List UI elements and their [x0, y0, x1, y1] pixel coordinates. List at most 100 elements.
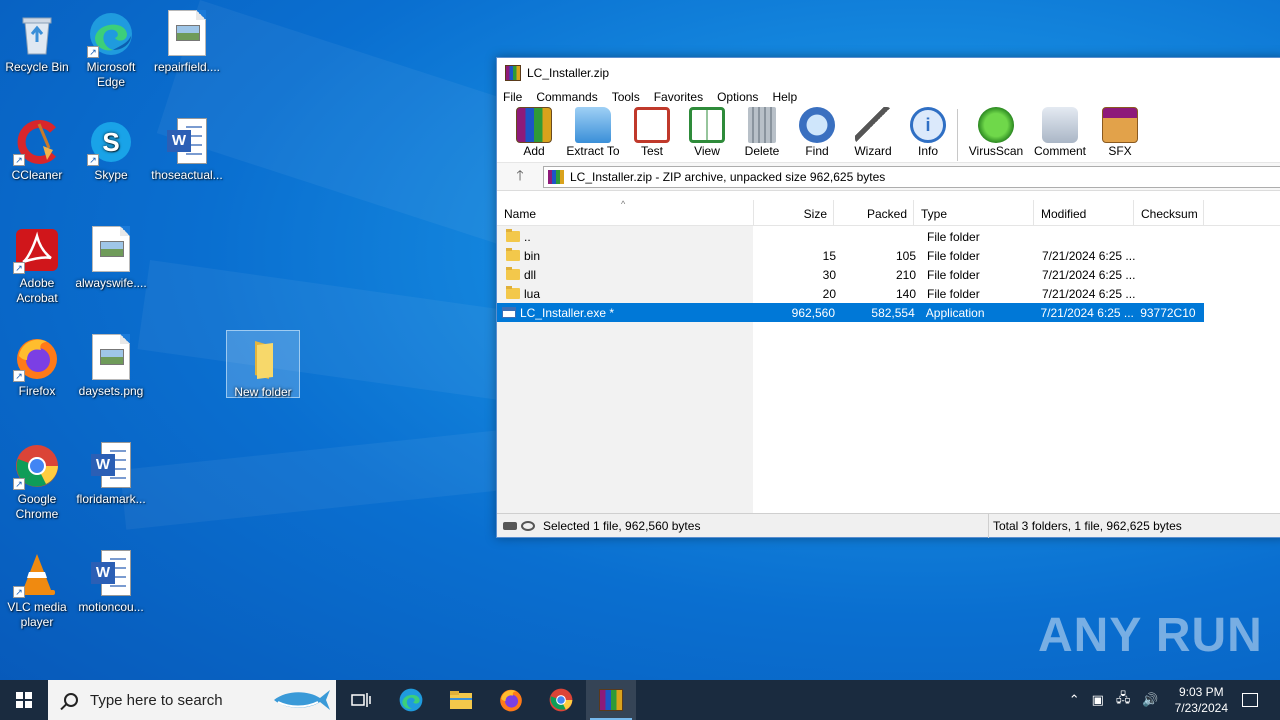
desktop-icon-label: repairfield....	[153, 60, 221, 74]
comment-button[interactable]: Comment	[1028, 107, 1092, 158]
anyrun-watermark: ANY RUN	[1038, 608, 1263, 663]
desktop-icon-label: Microsoft Edge	[86, 60, 136, 89]
desktop-icon-ccleaner[interactable]: ↗ CCleaner	[0, 114, 74, 183]
desktop-icon-skype[interactable]: S ↗ Skype	[74, 114, 148, 183]
task-view-button[interactable]	[336, 680, 386, 720]
volume-icon[interactable]: 🔊	[1142, 692, 1158, 708]
status-bar: Selected 1 file, 962,560 bytes Total 3 f…	[497, 513, 1280, 538]
view-button[interactable]: View	[679, 107, 735, 158]
menu-file[interactable]: File	[503, 90, 530, 104]
table-row[interactable]: bin 15 105 File folder 7/21/2024 6:25 ..…	[497, 246, 1280, 265]
desktop-icon-recycle-bin[interactable]: Recycle Bin	[0, 6, 74, 75]
column-type[interactable]: Type	[914, 200, 1034, 226]
desktop-icon-motioncou[interactable]: W motioncou...	[74, 546, 148, 615]
row-modified: 7/21/2024 6:25 ...	[1042, 267, 1136, 282]
column-checksum[interactable]: Checksum	[1134, 200, 1204, 226]
toolbar-separator	[957, 109, 958, 161]
row-checksum: 93772C10	[1140, 305, 1196, 320]
row-modified: 7/21/2024 6:25 ...	[1040, 305, 1134, 320]
taskbar-winrar[interactable]	[586, 680, 636, 720]
view-label: View	[694, 144, 720, 158]
row-packed: 582,554	[871, 305, 915, 320]
column-packed[interactable]: Packed	[834, 200, 914, 226]
menu-options[interactable]: Options	[717, 90, 766, 104]
word-document-icon: W	[87, 442, 135, 490]
sfx-button[interactable]: SFX	[1092, 107, 1148, 158]
find-button[interactable]: Find	[789, 107, 845, 158]
extract-to-button[interactable]: Extract To	[561, 107, 625, 158]
delete-button[interactable]: Delete	[735, 107, 789, 158]
meet-now-icon[interactable]: ▣	[1092, 692, 1104, 708]
test-button[interactable]: Test	[625, 107, 679, 158]
add-button[interactable]: Add	[507, 107, 561, 158]
search-icon	[64, 693, 78, 707]
desktop-icon-acrobat[interactable]: ↗ Adobe Acrobat	[0, 222, 74, 306]
notification-center-icon[interactable]	[1242, 693, 1258, 707]
taskbar-firefox[interactable]	[486, 680, 536, 720]
row-type: File folder	[927, 267, 980, 282]
desktop-icon-label: VLC media player	[7, 600, 67, 629]
desktop-icon-chrome[interactable]: ↗ Google Chrome	[0, 438, 74, 522]
desktop-icon-new-folder[interactable]: New folder	[226, 330, 300, 399]
virusscan-button[interactable]: VirusScan	[964, 107, 1028, 158]
desktop-icon-label: thoseactual...	[151, 168, 223, 182]
row-name: lua	[524, 286, 541, 301]
clock[interactable]: 9:03 PM 7/23/2024	[1175, 684, 1228, 716]
key-icon[interactable]	[521, 520, 535, 531]
clock-date: 7/23/2024	[1174, 701, 1228, 715]
desktop-icon-alwayswife[interactable]: alwayswife....	[74, 222, 148, 291]
search-placeholder: Type here to search	[90, 691, 223, 709]
table-row[interactable]: lua 20 140 File folder 7/21/2024 6:25 ..…	[497, 284, 1280, 303]
desktop-icon-label: alwayswife....	[75, 276, 147, 290]
task-view-icon	[351, 693, 371, 707]
find-magnifier-icon	[799, 107, 835, 143]
whale-search-highlight-icon	[274, 690, 330, 710]
status-selection: Selected 1 file, 962,560 bytes	[543, 518, 701, 533]
table-row[interactable]: .. File folder	[497, 227, 1280, 246]
column-size[interactable]: Size	[754, 200, 834, 226]
menu-help[interactable]: Help	[772, 90, 805, 104]
column-modified[interactable]: Modified	[1034, 200, 1134, 226]
table-row-selected[interactable]: LC_Installer.exe * 962,560 582,554 Appli…	[497, 303, 1204, 322]
add-label: Add	[523, 144, 545, 158]
info-icon: i	[910, 107, 946, 143]
row-modified: 7/21/2024 6:25 ...	[1042, 286, 1136, 301]
winrar-app-icon	[599, 689, 623, 711]
menu-commands[interactable]: Commands	[536, 90, 605, 104]
column-name[interactable]: Name	[497, 200, 754, 226]
archive-path-field[interactable]: LC_Installer.zip - ZIP archive, unpacked…	[543, 165, 1280, 188]
title-bar[interactable]: LC_Installer.zip	[497, 58, 1280, 87]
drive-icon[interactable]	[503, 521, 517, 530]
watermark-text: ANY RUN	[1038, 609, 1263, 662]
up-arrow-icon[interactable]: 🡑	[497, 165, 543, 189]
chevron-up-icon[interactable]: ⌃	[1069, 692, 1080, 708]
desktop-icon-thoseactual[interactable]: W thoseactual...	[150, 114, 224, 183]
file-explorer-icon	[450, 691, 472, 709]
menu-favorites[interactable]: Favorites	[654, 90, 711, 104]
menu-tools[interactable]: Tools	[612, 90, 648, 104]
skype-icon: S ↗	[87, 118, 135, 166]
desktop-icon-repairfield[interactable]: repairfield....	[150, 6, 224, 75]
desktop-icon-vlc[interactable]: ↗ VLC media player	[0, 546, 74, 630]
start-button[interactable]	[0, 680, 48, 720]
window-title: LC_Installer.zip	[527, 65, 610, 80]
desktop-icon-label: floridamark...	[76, 492, 146, 506]
wizard-button[interactable]: Wizard	[845, 107, 901, 158]
taskbar-file-explorer[interactable]	[436, 680, 486, 720]
taskbar-chrome[interactable]	[536, 680, 586, 720]
wizard-label: Wizard	[854, 144, 892, 158]
taskbar: Type here to search ⌃ ▣ 🖧 🔊 9:03 PM 7/23…	[0, 680, 1280, 720]
folder-icon	[506, 248, 520, 261]
desktop-icon-floridamark[interactable]: W floridamark...	[74, 438, 148, 507]
desktop-icon-daysets[interactable]: daysets.png	[74, 330, 148, 399]
network-icon[interactable]: 🖧	[1116, 689, 1131, 711]
taskbar-search-box[interactable]: Type here to search	[48, 680, 336, 720]
info-button[interactable]: i Info	[901, 107, 955, 158]
table-row[interactable]: dll 30 210 File folder 7/21/2024 6:25 ..…	[497, 265, 1280, 284]
desktop-icon-firefox[interactable]: ↗ Firefox	[0, 330, 74, 399]
taskbar-edge[interactable]	[386, 680, 436, 720]
row-name: LC_Installer.exe *	[519, 305, 615, 320]
address-bar: 🡑 LC_Installer.zip - ZIP archive, unpack…	[497, 163, 1280, 191]
desktop-icon-edge[interactable]: ↗ Microsoft Edge	[74, 6, 148, 90]
image-file-icon	[163, 10, 211, 58]
